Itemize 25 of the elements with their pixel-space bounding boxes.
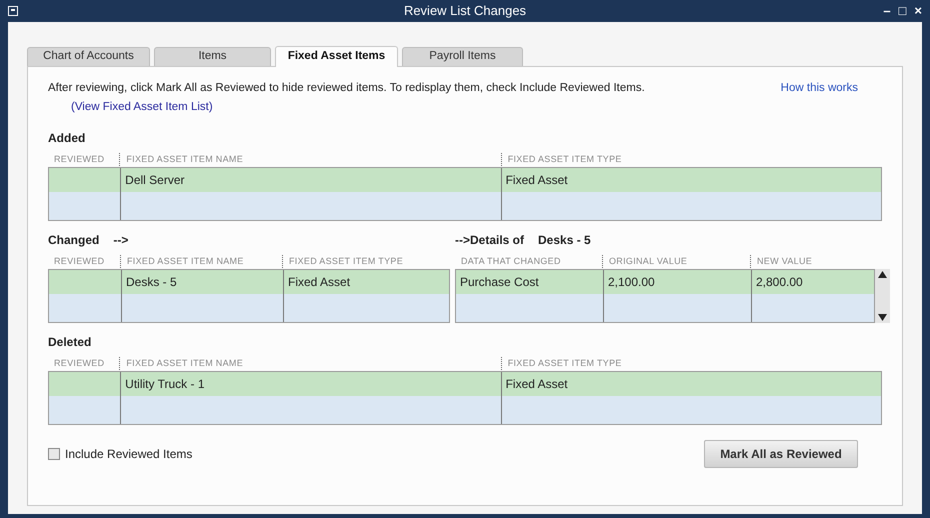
window-title: Review List Changes	[404, 2, 526, 20]
close-button[interactable]: ×	[914, 1, 922, 21]
include-reviewed-label[interactable]: Include Reviewed Items	[65, 444, 192, 462]
tab[interactable]: Fixed Asset Items	[275, 46, 398, 67]
scroll-down-icon[interactable]	[878, 314, 887, 320]
scroll-bar[interactable]	[875, 268, 890, 322]
minimize-button[interactable]: –	[883, 1, 891, 21]
instructions-text: After reviewing, click Mark All as Reviewed to hide reviewed items. To redisplay them, check Include Reviewed Items.	[48, 81, 645, 96]
menu-icon[interactable]	[8, 6, 18, 16]
tab[interactable]: Payroll Items	[402, 47, 523, 66]
section-heading: Added	[48, 130, 86, 146]
list-link[interactable]: (View Fixed Asset Item List)	[71, 99, 213, 116]
section-heading: Changed	[48, 232, 100, 248]
table-cell[interactable]: Purchase Cost	[456, 270, 603, 294]
tab[interactable]: Chart of Accounts	[27, 47, 150, 66]
help-link[interactable]: How this works	[780, 80, 858, 98]
item-name: Desks - 5	[538, 232, 591, 248]
mark-reviewed-button[interactable]: Mark All as Reviewed	[704, 440, 858, 468]
tab[interactable]: Items	[154, 47, 271, 66]
arrow-text: -->	[113, 232, 128, 248]
include-reviewed-checkbox[interactable]	[48, 448, 60, 460]
scroll-up-icon[interactable]	[878, 270, 887, 278]
maximize-button[interactable]: □	[898, 1, 906, 21]
section-heading: Deleted	[48, 334, 92, 350]
section-heading: -->Details of	[455, 232, 524, 248]
